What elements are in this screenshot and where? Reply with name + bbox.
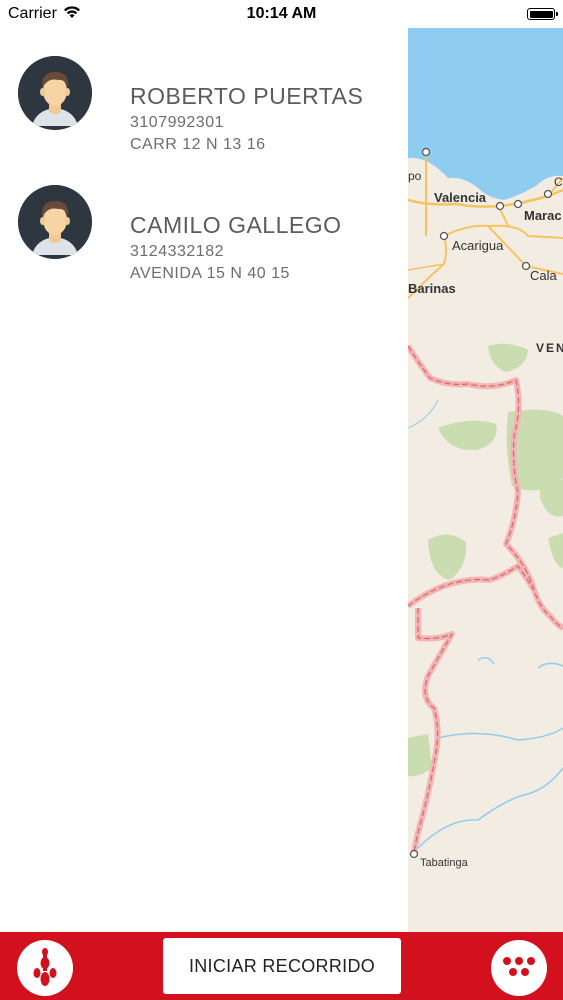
contact-address: AVENIDA 15 N 40 15 xyxy=(130,265,290,282)
map-label: Acarigua xyxy=(452,238,504,253)
map-label: Cala xyxy=(530,268,558,283)
pins-button[interactable] xyxy=(17,940,73,996)
menu-button[interactable] xyxy=(491,940,547,996)
map-label: Valencia xyxy=(434,190,487,205)
contact-phone: 3124332182 xyxy=(130,243,224,260)
status-right xyxy=(527,8,563,20)
status-time: 10:14 AM xyxy=(246,5,317,22)
avatar xyxy=(18,56,92,130)
person-avatar-icon xyxy=(18,56,92,130)
wifi-icon xyxy=(63,5,81,24)
map-label: po xyxy=(408,169,422,183)
map-label: VEN xyxy=(536,341,563,355)
map-label: C xyxy=(554,175,563,189)
map-label: Barinas xyxy=(408,281,456,296)
contact-address: CARR 12 N 13 16 xyxy=(130,136,266,153)
status-bar: Carrier 10:14 AM xyxy=(0,0,563,28)
carrier-label: Carrier xyxy=(8,5,57,22)
person-avatar-icon xyxy=(18,185,92,259)
map-label: Tabatinga xyxy=(420,857,469,869)
avatar xyxy=(18,185,92,259)
contact-item[interactable]: CAMILO GALLEGO 3124332182 AVENIDA 15 N 4… xyxy=(0,180,408,290)
sea-area xyxy=(408,28,563,200)
map-label: Marac xyxy=(524,208,562,223)
bottom-bar: INICIAR RECORRIDO xyxy=(0,932,563,1000)
battery-icon xyxy=(527,8,558,20)
bowling-ball-icon xyxy=(503,957,535,976)
start-route-button[interactable]: INICIAR RECORRIDO xyxy=(163,938,401,994)
contact-phone: 3107992301 xyxy=(130,114,224,131)
contact-name: CAMILO GALLEGO xyxy=(130,212,342,238)
status-left: Carrier xyxy=(0,5,81,24)
map-view[interactable]: po Valencia Marac Acarigua Cala Barinas … xyxy=(408,28,563,932)
contact-name: ROBERTO PUERTAS xyxy=(130,83,364,109)
contact-item[interactable]: ROBERTO PUERTAS 3107992301 CARR 12 N 13 … xyxy=(0,50,408,160)
bowling-pins-icon xyxy=(33,948,57,986)
